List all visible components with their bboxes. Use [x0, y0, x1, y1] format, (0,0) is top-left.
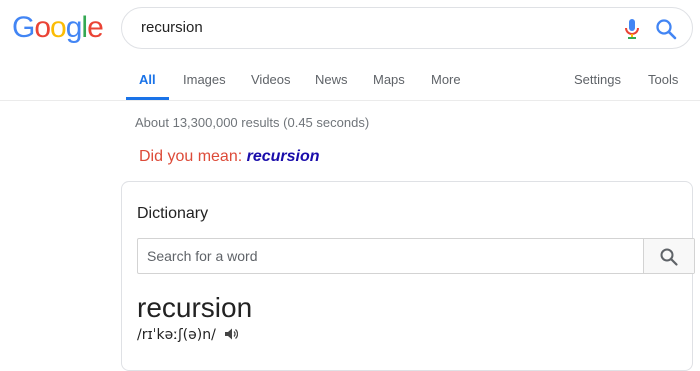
tab-all[interactable]: All [126, 72, 168, 100]
tab-videos[interactable]: Videos [251, 72, 291, 100]
search-input[interactable]: recursion [141, 19, 203, 36]
tab-settings[interactable]: Settings [574, 72, 621, 100]
word-search-input[interactable] [138, 239, 643, 273]
pronunciation-row: /rɪˈkəːʃ(ə)n/ [137, 327, 239, 345]
tab-more[interactable]: More [431, 72, 461, 100]
search-icon [660, 248, 678, 266]
search-tabs: All Images Videos News Maps More Setting… [0, 72, 700, 102]
headword: recursion [137, 292, 253, 323]
logo-letter: o [34, 11, 51, 44]
logo-letter: g [65, 11, 83, 44]
logo-letter: o [50, 11, 67, 44]
tab-maps[interactable]: Maps [373, 72, 405, 100]
did-you-mean-prefix: Did you mean: [139, 148, 243, 165]
mic-icon[interactable] [622, 18, 642, 40]
pronunciation: /rɪˈkəːʃ(ə)n/ [137, 327, 216, 343]
results-stats: About 13,300,000 results (0.45 seconds) [135, 115, 370, 130]
tab-images[interactable]: Images [183, 72, 226, 100]
logo-letter: e [87, 11, 104, 44]
dictionary-search [137, 238, 695, 274]
tab-news[interactable]: News [315, 72, 348, 100]
did-you-mean: Did you mean: recursion [139, 148, 320, 166]
search-icon[interactable] [655, 18, 677, 40]
search-bar[interactable]: recursion [121, 7, 693, 49]
word-search-button[interactable] [643, 239, 694, 273]
tabs-divider [0, 100, 700, 101]
logo-letter: G [12, 11, 35, 44]
tab-tools[interactable]: Tools [648, 72, 678, 100]
dictionary-card: Dictionary recursion /rɪˈkəːʃ(ə)n/ [121, 181, 695, 371]
did-you-mean-link[interactable]: recursion [247, 148, 320, 165]
speaker-icon[interactable] [224, 327, 239, 345]
dictionary-title: Dictionary [137, 205, 209, 222]
google-logo[interactable]: Google [12, 11, 104, 45]
